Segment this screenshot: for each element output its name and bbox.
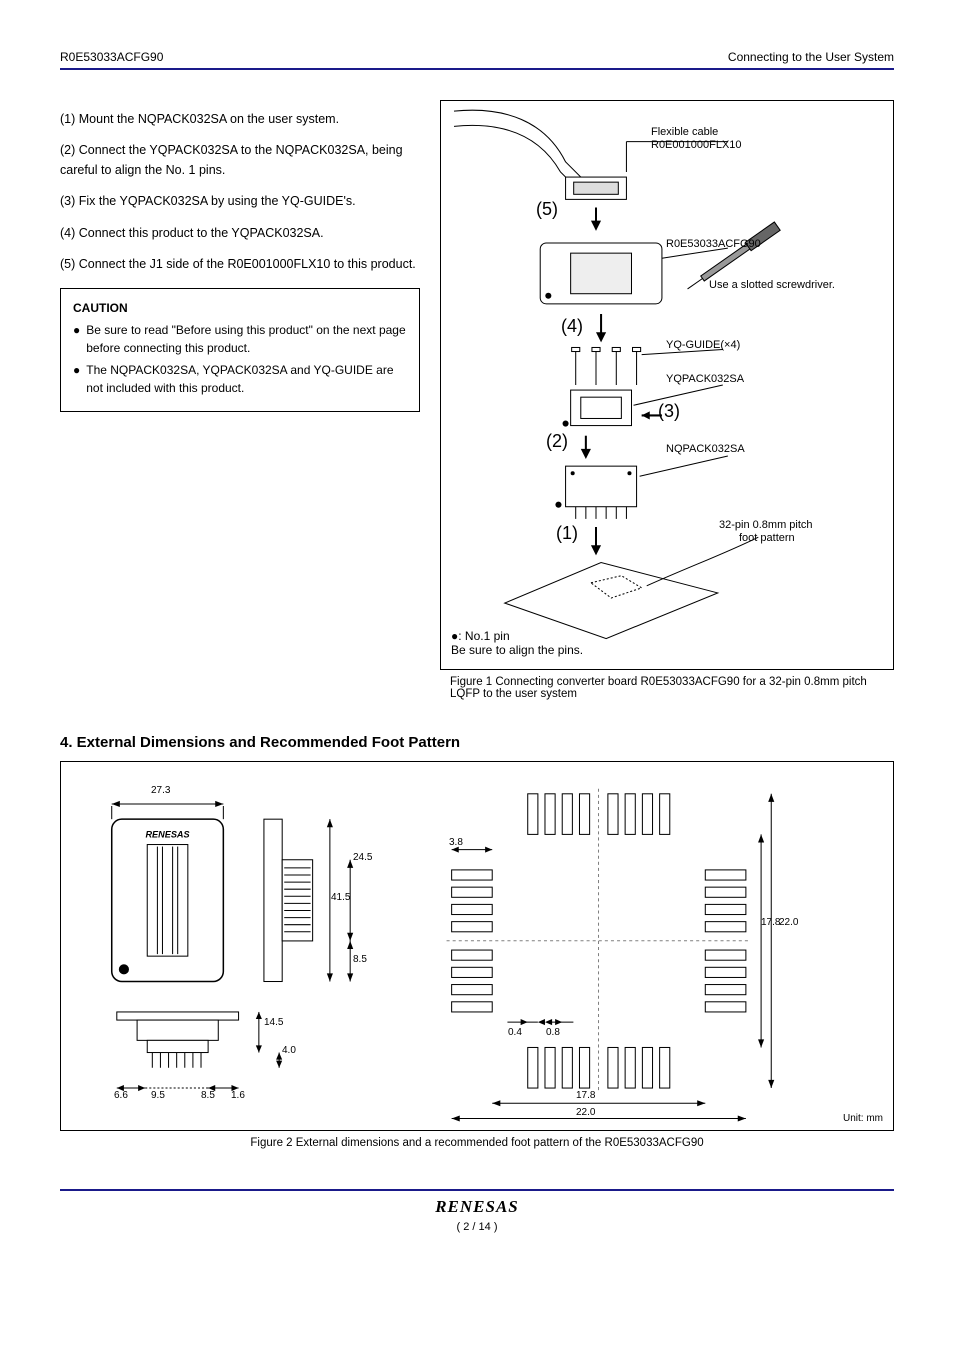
caution-title: CAUTION bbox=[73, 299, 407, 317]
bullet-icon: ● bbox=[73, 361, 80, 397]
dim-17-8-v: 17.8 bbox=[761, 917, 780, 928]
fig1-footpattern-2: foot pattern bbox=[739, 532, 795, 544]
renesas-logo: RENESAS bbox=[60, 1197, 894, 1217]
step-5: (5) Connect the J1 side of the R0E001000… bbox=[60, 255, 420, 274]
fig1-yqpack: YQPACK032SA bbox=[666, 373, 744, 385]
dim-6-6: 6.6 bbox=[114, 1090, 128, 1101]
fig1-flexcable-part: R0E001000FLX10 bbox=[651, 139, 742, 151]
dim-22-0-h: 22.0 bbox=[576, 1107, 595, 1118]
footer-rule bbox=[60, 1189, 894, 1191]
dim-17-8-h: 17.8 bbox=[576, 1090, 595, 1101]
dim-22-0-v: 22.0 bbox=[779, 917, 798, 928]
dim-9-5: 9.5 bbox=[151, 1090, 165, 1101]
fig1-step-1: (1) bbox=[556, 523, 578, 544]
svg-text:RENESAS: RENESAS bbox=[145, 829, 189, 839]
figure-2-caption: Figure 2 External dimensions and a recom… bbox=[60, 1137, 894, 1149]
dim-8-5b: 8.5 bbox=[201, 1090, 215, 1101]
fig1-step-4: (4) bbox=[561, 316, 583, 337]
dim-27-3: 27.3 bbox=[151, 785, 170, 796]
dim-24-5: 24.5 bbox=[353, 852, 372, 863]
dim-4-0: 4.0 bbox=[282, 1045, 296, 1056]
dim-8-5: 8.5 bbox=[353, 954, 367, 965]
page-number: ( 2 / 14 ) bbox=[60, 1221, 894, 1233]
fig1-board-part: R0E53033ACFG90 bbox=[666, 238, 761, 250]
doc-part-number: R0E53033ACFG90 bbox=[60, 50, 163, 64]
fig1-step-3: (3) bbox=[658, 401, 680, 422]
step-4: (4) Connect this product to the YQPACK03… bbox=[60, 224, 420, 243]
fig1-note-1: ●: No.1 pin bbox=[451, 629, 510, 643]
section-4-heading: 4. External Dimensions and Recommended F… bbox=[60, 734, 894, 751]
header-rule bbox=[60, 68, 894, 70]
doc-section-title: Connecting to the User System bbox=[728, 50, 894, 64]
figure-1-assembly: (5) (4) (3) (2) (1) Flexible cable R0E00… bbox=[440, 100, 894, 670]
dim-0-4: 0.4 bbox=[508, 1027, 522, 1038]
fig1-screwdriver: Use a slotted screwdriver. bbox=[709, 279, 835, 291]
fig1-step-2: (2) bbox=[546, 431, 568, 452]
dim-41-5: 41.5 bbox=[331, 892, 350, 903]
step-2: (2) Connect the YQPACK032SA to the NQPAC… bbox=[60, 141, 420, 180]
step-1: (1) Mount the NQPACK032SA on the user sy… bbox=[60, 110, 420, 129]
caution-item-2: The NQPACK032SA, YQPACK032SA and YQ-GUID… bbox=[86, 361, 407, 397]
fig1-nqpack: NQPACK032SA bbox=[666, 443, 745, 455]
caution-item-1: Be sure to read "Before using this produ… bbox=[86, 321, 407, 357]
dim-3-8: 3.8 bbox=[449, 837, 463, 848]
figure-2-dimensions: RENESAS bbox=[60, 761, 894, 1131]
dim-unit: Unit: mm bbox=[843, 1113, 883, 1124]
fig1-footpattern-1: 32-pin 0.8mm pitch bbox=[719, 519, 813, 531]
step-3: (3) Fix the YQPACK032SA by using the YQ-… bbox=[60, 192, 420, 211]
fig1-yqguide: YQ-GUIDE(×4) bbox=[666, 339, 740, 351]
fig1-step-5: (5) bbox=[536, 199, 558, 220]
caution-box: CAUTION ●Be sure to read "Before using t… bbox=[60, 288, 420, 412]
fig1-note-2: Be sure to align the pins. bbox=[451, 643, 583, 657]
fig1-flexcable-label: Flexible cable bbox=[651, 126, 718, 138]
dim-14-5: 14.5 bbox=[264, 1017, 283, 1028]
dim-0-8: 0.8 bbox=[546, 1027, 560, 1038]
bullet-icon: ● bbox=[73, 321, 80, 357]
dim-1-6: 1.6 bbox=[231, 1090, 245, 1101]
figure-1-caption: Figure 1 Connecting converter board R0E5… bbox=[450, 676, 894, 700]
